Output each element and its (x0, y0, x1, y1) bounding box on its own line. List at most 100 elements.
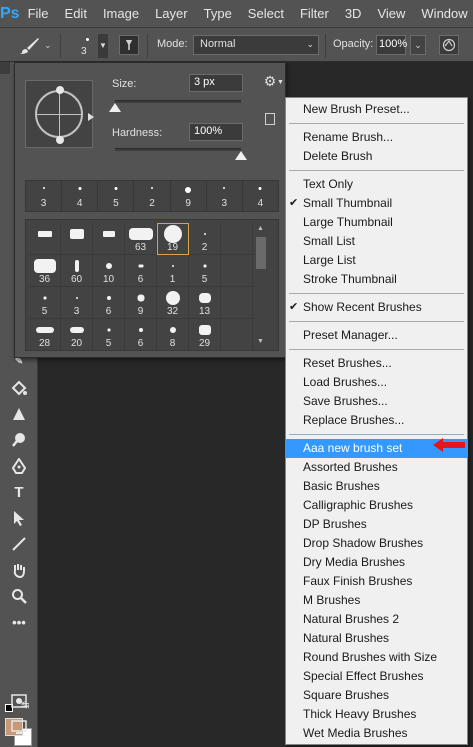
brush-preset[interactable]: 36 (29, 255, 61, 287)
size-slider-track[interactable] (115, 100, 241, 103)
hardness-input[interactable]: 100% (189, 123, 243, 141)
brush-preset[interactable] (61, 223, 93, 255)
scroll-thumb[interactable] (256, 237, 266, 269)
menu-item-show-recent-brushes[interactable]: Show Recent Brushes (286, 298, 467, 317)
line-icon[interactable] (8, 533, 30, 555)
brush-picker-caret-icon[interactable]: ▼ (98, 34, 108, 58)
menu-item-preset-manager[interactable]: Preset Manager... (286, 326, 467, 345)
type-icon[interactable]: T (8, 481, 30, 503)
new-preset-icon[interactable] (265, 113, 275, 125)
menu-item-large-thumbnail[interactable]: Large Thumbnail (286, 213, 467, 232)
brush-preset[interactable] (93, 223, 125, 255)
brush-preset[interactable]: 28 (29, 319, 61, 351)
hardness-slider-track[interactable] (115, 148, 241, 151)
recent-brush[interactable]: 2 (134, 181, 171, 211)
menu-item-text-only[interactable]: Text Only (286, 175, 467, 194)
menu-edit[interactable]: Edit (57, 0, 95, 27)
recent-brush[interactable]: 4 (62, 181, 99, 211)
menu-item-dry-media-brushes[interactable]: Dry Media Brushes (286, 553, 467, 572)
brush-preset[interactable]: 3 (61, 287, 93, 319)
brush-preset[interactable]: 6 (125, 255, 157, 287)
menu-item-new-brush-preset[interactable]: New Brush Preset... (286, 100, 467, 119)
menu-item-large-list[interactable]: Large List (286, 251, 467, 270)
brush-preset[interactable]: 5 (29, 287, 61, 319)
brush-preset[interactable]: 10 (93, 255, 125, 287)
brush-preset[interactable]: 1 (157, 255, 189, 287)
roundness-handle[interactable] (56, 86, 64, 94)
recent-brush[interactable]: 3 (26, 181, 63, 211)
menu-item-natural-brushes-2[interactable]: Natural Brushes 2 (286, 610, 467, 629)
brush-preset[interactable]: 20 (61, 319, 93, 351)
opacity-caret-icon[interactable]: ⌄ (410, 35, 426, 55)
menu-layer[interactable]: Layer (147, 0, 196, 27)
screen-mode-icon[interactable] (8, 716, 30, 738)
menu-type[interactable]: Type (196, 0, 240, 27)
brush-preset[interactable]: 29 (189, 319, 221, 351)
dodge-icon[interactable] (8, 429, 30, 451)
menu-window[interactable]: Window (413, 0, 473, 27)
menu-item-thick-heavy-brushes[interactable]: Thick Heavy Brushes (286, 705, 467, 724)
presets-scrollbar[interactable]: ▲ ▼ (254, 223, 268, 347)
menu-item-rename-brush[interactable]: Rename Brush... (286, 128, 467, 147)
menu-item-drop-shadow-brushes[interactable]: Drop Shadow Brushes (286, 534, 467, 553)
menu-select[interactable]: Select (240, 0, 292, 27)
triangle-shape-icon[interactable] (8, 403, 30, 425)
pen-icon[interactable] (8, 455, 30, 477)
gear-caret-icon[interactable]: ▼ (277, 79, 284, 86)
brush-tool-icon[interactable] (18, 37, 40, 55)
brush-preset[interactable] (29, 223, 61, 255)
menu-image[interactable]: Image (95, 0, 147, 27)
hardness-slider-thumb[interactable] (235, 151, 247, 160)
menu-item-load-brushes[interactable]: Load Brushes... (286, 373, 467, 392)
zoom-icon[interactable] (8, 585, 30, 607)
brush-preset[interactable]: 9 (125, 287, 157, 319)
menu-item-replace-brushes[interactable]: Replace Brushes... (286, 411, 467, 430)
pressure-opacity-icon[interactable] (439, 35, 459, 55)
recent-brush[interactable]: 3 (207, 181, 243, 211)
brush-preset[interactable]: 63 (125, 223, 157, 255)
path-select-icon[interactable] (8, 507, 30, 529)
brush-preset[interactable]: 19 (157, 223, 189, 255)
brush-preset[interactable]: 2 (189, 223, 221, 255)
hand-icon[interactable] (8, 559, 30, 581)
recent-brush[interactable]: 5 (98, 181, 135, 211)
menu-item-calligraphic-brushes[interactable]: Calligraphic Brushes (286, 496, 467, 515)
brush-angle-roundness-preview[interactable] (25, 80, 93, 148)
size-slider-thumb[interactable] (109, 103, 121, 112)
scroll-down-icon[interactable]: ▼ (257, 338, 264, 345)
menu-item-stroke-thumbnail[interactable]: Stroke Thumbnail (286, 270, 467, 289)
menu-item-reset-brushes[interactable]: Reset Brushes... (286, 354, 467, 373)
menu-item-natural-brushes[interactable]: Natural Brushes (286, 629, 467, 648)
menu-item-small-list[interactable]: Small List (286, 232, 467, 251)
brush-panel-toggle-icon[interactable] (119, 35, 139, 55)
brush-preset[interactable]: 6 (93, 287, 125, 319)
angle-arrow-icon[interactable] (88, 113, 94, 121)
menu-item-small-thumbnail[interactable]: Small Thumbnail (286, 194, 467, 213)
menu-item-assorted-brushes[interactable]: Assorted Brushes (286, 458, 467, 477)
quick-mask-icon[interactable] (8, 690, 30, 712)
menu-item-wet-media-brushes[interactable]: Wet Media Brushes (286, 724, 467, 743)
menu-item-delete-brush[interactable]: Delete Brush (286, 147, 467, 166)
more-icon[interactable]: ••• (8, 611, 30, 633)
menu-item-save-brushes[interactable]: Save Brushes... (286, 392, 467, 411)
menu-item-round-brushes-with-size[interactable]: Round Brushes with Size (286, 648, 467, 667)
menu-item-square-brushes[interactable]: Square Brushes (286, 686, 467, 705)
menu-item-faux-finish-brushes[interactable]: Faux Finish Brushes (286, 572, 467, 591)
tool-preset-caret-icon[interactable]: ⌄ (44, 40, 52, 51)
brush-preset[interactable]: 5 (93, 319, 125, 351)
opacity-input[interactable]: 100% (376, 35, 407, 55)
paint-bucket-icon[interactable] (8, 377, 30, 399)
size-input[interactable]: 3 px (189, 74, 243, 92)
brush-preset[interactable]: 6 (125, 319, 157, 351)
brush-preset[interactable]: 8 (157, 319, 189, 351)
menu-filter[interactable]: Filter (292, 0, 337, 27)
menu-item-m-brushes[interactable]: M Brushes (286, 591, 467, 610)
recent-brush[interactable]: 4 (243, 181, 278, 211)
roundness-handle[interactable] (56, 136, 64, 144)
menu-item-dp-brushes[interactable]: DP Brushes (286, 515, 467, 534)
mode-select[interactable]: Normal ⌄ (193, 35, 319, 55)
recent-brush[interactable]: 9 (171, 181, 207, 211)
menu-file[interactable]: File (20, 0, 57, 27)
toolbox-collapse-handle[interactable] (0, 62, 10, 74)
brush-preset[interactable]: 60 (61, 255, 93, 287)
